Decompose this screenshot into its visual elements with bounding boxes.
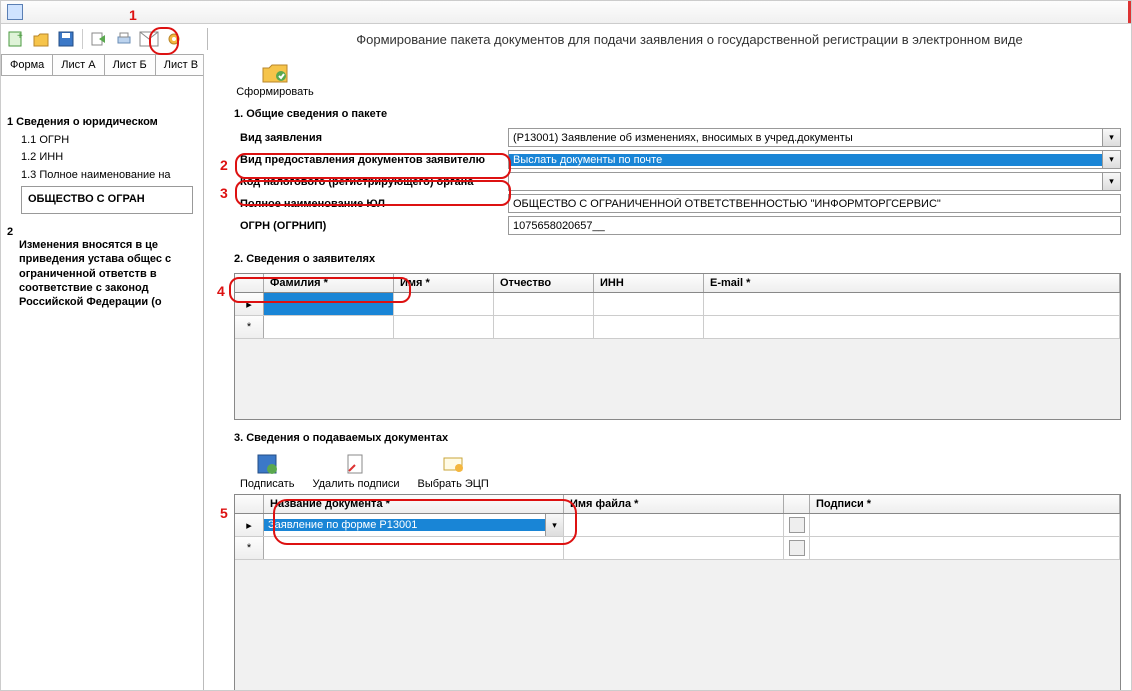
chevron-down-icon[interactable]: ▾ [1102,173,1120,190]
select-vid-pred[interactable]: Выслать документы по почте▾ [508,150,1121,169]
monitor-icon [7,4,23,20]
tree-ogrn[interactable]: 1.1 ОГРН [7,132,197,150]
red-edge [1128,1,1131,23]
table-row-new[interactable]: * [235,537,1120,560]
col-docname[interactable]: Название документа * [264,495,564,513]
tab-list-b[interactable]: Лист Б [104,54,156,75]
table-row[interactable]: ▸ Заявление по форме Р13001▾ [235,514,1120,537]
tab-list-a[interactable]: Лист А [52,54,104,75]
label-vid-zayav: Вид заявления [234,132,508,144]
section2-title: 2. Сведения о заявителях [234,253,1121,265]
nav-tree: 1 Сведения о юридическом 1.1 ОГРН 1.2 ИН… [1,76,203,315]
table-row-new[interactable]: * [235,316,1120,339]
form-package-button[interactable]: Сформировать [234,60,316,98]
tree-para-num: 2 [7,224,19,309]
new-icon[interactable]: + [5,28,27,50]
mail-icon[interactable] [138,28,160,50]
gear-icon[interactable] [163,28,185,50]
col-email[interactable]: E-mail * [704,274,1120,292]
section1-title: 1. Общие сведения о пакете [234,108,1121,120]
label-vid-pred: Вид предоставления документов заявителю [234,154,508,166]
col-firstname[interactable]: Имя * [394,274,494,292]
open-icon[interactable] [30,28,52,50]
print-icon[interactable] [113,28,135,50]
export-icon[interactable] [88,28,110,50]
label-ogrn: ОГРН (ОГРНИП) [234,220,508,232]
tab-form[interactable]: Форма [1,54,53,75]
chevron-down-icon[interactable]: ▾ [1102,151,1120,168]
left-toolbar: + [1,28,208,50]
table-row[interactable]: ▸ [235,293,1120,316]
attach-button[interactable] [789,517,805,533]
delete-sign-button[interactable]: Удалить подписи [312,452,399,490]
tree-root[interactable]: 1 Сведения о юридическом [7,114,197,132]
col-inn[interactable]: ИНН [594,274,704,292]
save-icon[interactable] [55,28,77,50]
select-vid-zayav[interactable]: (Р13001) Заявление об изменениях, вносим… [508,128,1121,147]
tab-list-v[interactable]: Лист В [155,54,204,75]
col-middlename[interactable]: Отчество [494,274,594,292]
doc-toolbar: Подписать Удалить подписи Выбрать ЭЦП [240,452,1121,490]
sign-button[interactable]: Подписать [240,452,294,490]
label-fullname: Полное наименование ЮЛ [234,198,508,210]
cell-lastname[interactable] [264,293,394,315]
cell-docname: Заявление по форме Р13001 [264,519,545,531]
select-kod[interactable]: ▾ [508,172,1121,191]
input-fullname[interactable] [508,194,1121,213]
choose-cert-button[interactable]: Выбрать ЭЦП [418,452,489,490]
col-lastname[interactable]: Фамилия * [264,274,394,292]
tree-paragraph: Изменения вносятся в це приведения устав… [19,238,197,309]
applicants-grid: Фамилия * Имя * Отчество ИНН E-mail * ▸ … [234,273,1121,420]
tree-name[interactable]: 1.3 Полное наименование на [7,167,197,185]
left-tabs: Форма Лист А Лист Б Лист В [1,54,203,76]
col-sign[interactable]: Подписи * [810,495,1120,513]
attach-button[interactable] [789,540,805,556]
page-title: Формирование пакета документов для подач… [208,32,1131,47]
chevron-down-icon[interactable]: ▾ [545,514,563,536]
label-kod: Код налогового (регистрирующего) органа [234,176,508,188]
input-ogrn[interactable] [508,216,1121,235]
tree-inn[interactable]: 1.2 ИНН [7,149,197,167]
section3-title: 3. Сведения о подаваемых документах [234,432,1121,444]
documents-grid: Название документа * Имя файла * Подписи… [234,494,1121,691]
col-filename[interactable]: Имя файла * [564,495,784,513]
tree-name-value: ОБЩЕСТВО С ОГРАН [21,186,193,214]
chevron-down-icon[interactable]: ▾ [1102,129,1120,146]
cell-filename[interactable] [564,514,784,536]
svg-text:+: + [17,31,23,42]
